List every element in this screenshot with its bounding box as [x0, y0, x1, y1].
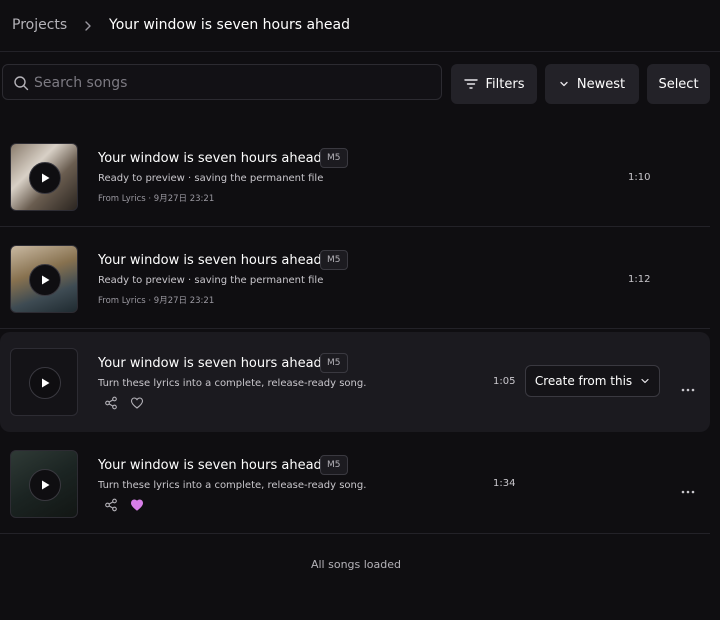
- breadcrumb-projects-link[interactable]: Projects: [12, 17, 67, 33]
- play-icon: [42, 378, 50, 388]
- more-options-icon[interactable]: [680, 378, 696, 392]
- song-actions: [104, 395, 156, 411]
- song-row[interactable]: Your window is seven hours ahead M5 Read…: [0, 229, 710, 329]
- search-box[interactable]: [2, 64, 442, 100]
- chevron-down-icon: [641, 378, 649, 384]
- song-row[interactable]: Your window is seven hours ahead M5 Read…: [0, 127, 710, 227]
- select-button[interactable]: Select: [647, 64, 710, 104]
- song-row[interactable]: Your window is seven hours ahead M5 Turn…: [0, 332, 710, 432]
- song-title[interactable]: Your window is seven hours ahead: [98, 458, 322, 473]
- song-duration: 1:34: [493, 478, 516, 489]
- song-description: Turn these lyrics into a complete, relea…: [98, 378, 367, 389]
- song-duration: 1:12: [628, 274, 651, 285]
- filter-icon: [463, 79, 478, 89]
- play-icon: [42, 480, 50, 490]
- song-actions: [104, 497, 156, 513]
- song-cover: [10, 348, 78, 416]
- page-title: Your window is seven hours ahead: [109, 17, 351, 33]
- song-duration: 1:10: [628, 172, 651, 183]
- play-button[interactable]: [29, 162, 61, 194]
- search-input[interactable]: [34, 72, 424, 94]
- model-badge: M5: [320, 353, 348, 373]
- song-meta: From Lyrics · 9月27日 23:21: [98, 296, 215, 306]
- filters-button[interactable]: Filters: [451, 64, 537, 104]
- play-icon: [42, 275, 50, 285]
- model-badge: M5: [320, 455, 348, 475]
- play-icon: [42, 173, 50, 183]
- heart-icon[interactable]: [130, 396, 144, 410]
- play-button[interactable]: [29, 367, 61, 399]
- song-title[interactable]: Your window is seven hours ahead: [98, 356, 322, 371]
- chevron-right-icon: [80, 17, 96, 35]
- play-button[interactable]: [29, 469, 61, 501]
- chevron-down-icon: [560, 81, 568, 87]
- song-cover: [10, 143, 78, 211]
- song-duration: 1:05: [493, 376, 516, 387]
- select-button-label: Select: [658, 76, 699, 92]
- song-title[interactable]: Your window is seven hours ahead: [98, 151, 322, 166]
- search-icon: [13, 75, 29, 91]
- song-cover: [10, 450, 78, 518]
- song-row[interactable]: Your window is seven hours ahead M5 Turn…: [0, 434, 710, 534]
- filters-button-label: Filters: [485, 76, 525, 92]
- share-icon[interactable]: [104, 498, 118, 512]
- heart-filled-icon[interactable]: [130, 498, 144, 512]
- song-title[interactable]: Your window is seven hours ahead: [98, 253, 322, 268]
- create-from-this-button[interactable]: Create from this: [525, 365, 660, 397]
- model-badge: M5: [320, 250, 348, 270]
- play-button[interactable]: [29, 264, 61, 296]
- model-badge: M5: [320, 148, 348, 168]
- header: Projects Your window is seven hours ahea…: [0, 0, 720, 52]
- create-button-label: Create from this: [534, 374, 633, 388]
- song-status: Ready to preview · saving the permanent …: [98, 275, 324, 286]
- list-status: All songs loaded: [310, 558, 402, 571]
- song-description: Turn these lyrics into a complete, relea…: [98, 480, 367, 491]
- song-meta: From Lyrics · 9月27日 23:21: [98, 194, 215, 204]
- song-cover: [10, 245, 78, 313]
- more-options-icon[interactable]: [680, 480, 696, 494]
- sort-dropdown-label: Newest: [576, 76, 626, 92]
- sort-dropdown[interactable]: Newest: [545, 64, 639, 104]
- share-icon[interactable]: [104, 396, 118, 410]
- song-status: Ready to preview · saving the permanent …: [98, 173, 324, 184]
